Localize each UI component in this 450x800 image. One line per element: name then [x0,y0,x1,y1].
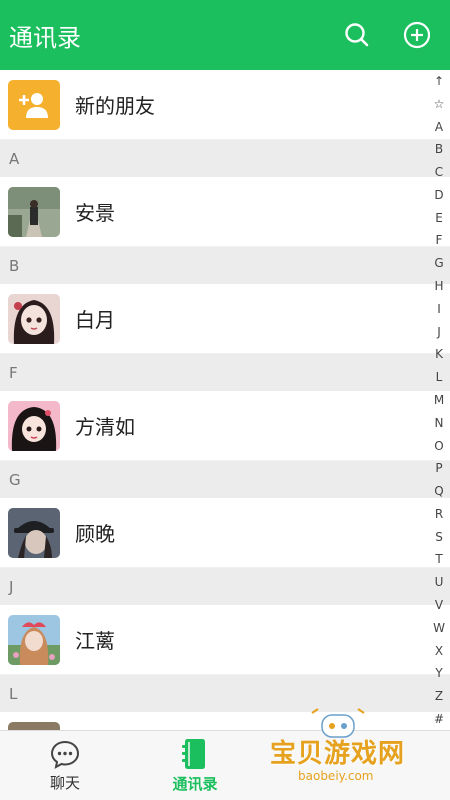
search-icon[interactable] [342,20,372,50]
index-letter[interactable]: M [434,393,444,407]
index-letter[interactable]: B [435,142,443,156]
index-letter[interactable]: S [435,530,443,544]
index-letter[interactable]: D [434,188,443,202]
new-friends-icon [8,79,60,130]
index-letter[interactable]: U [435,575,444,589]
index-letter[interactable]: O [434,439,443,453]
index-letter[interactable]: Y [435,666,442,680]
section-header: F [0,354,450,391]
index-letter[interactable]: R [435,507,443,521]
index-letter[interactable]: Z [435,689,443,703]
tab-label: 聊天 [49,773,80,792]
section-header: A [0,140,450,177]
index-letter[interactable]: Q [434,484,443,498]
index-letter[interactable]: A [435,120,443,134]
contact-item[interactable]: 安景 [0,177,450,247]
index-letter[interactable]: V [435,598,443,612]
index-letter[interactable]: H [434,279,443,293]
section-header: J [0,568,450,605]
avatar [8,614,60,665]
contact-item[interactable] [0,712,450,730]
index-letter[interactable]: J [437,325,441,339]
contact-item[interactable]: 江蓠 [0,605,450,675]
avatar [8,507,60,558]
index-letter[interactable]: P [435,461,442,475]
tab-label: 通讯录 [172,774,218,793]
section-header: G [0,461,450,498]
index-letter[interactable]: T [435,552,442,566]
contact-item[interactable]: 顾晚 [0,498,450,568]
section-header: L [0,675,450,712]
avatar [8,186,60,237]
page-title: 通讯录 [9,23,81,52]
new-friends-item[interactable]: 新的朋友 [0,70,450,140]
contact-name: 安景 [75,201,115,225]
avatar [8,293,60,344]
index-letter[interactable]: G [434,256,443,270]
section-header: B [0,247,450,284]
index-letter[interactable]: ☆ [434,97,445,111]
alphabet-index-bar[interactable]: ↑ ☆ A B C D E F G H I J K L M N O P Q R … [428,74,450,726]
index-letter[interactable]: F [436,233,443,247]
contact-name: 江蓠 [75,629,115,653]
contact-name: 白月 [75,308,115,332]
address-book-icon [182,738,205,769]
index-letter[interactable]: K [435,347,443,361]
contact-name: 顾晚 [75,522,115,546]
tab-contacts[interactable]: 通讯录 [130,731,260,800]
new-friends-label: 新的朋友 [75,94,155,118]
contact-name: 方清如 [75,415,135,439]
index-letter[interactable]: # [434,712,444,726]
bottom-tab-bar: 聊天 通讯录 [0,730,450,800]
tab-chat[interactable]: 聊天 [0,731,130,800]
index-letter[interactable]: X [435,644,443,658]
contact-item[interactable]: 方清如 [0,391,450,461]
top-bar: 通讯录 [0,0,450,70]
index-letter[interactable]: N [435,416,444,430]
avatar [8,721,60,730]
index-letter[interactable]: ↑ [434,74,444,88]
avatar [8,400,60,451]
index-letter[interactable]: E [435,211,443,225]
chat-bubble-icon [50,740,80,769]
contact-list[interactable]: 新的朋友 A 安景 B 白月 F 方清如 G 顾晚 J 江蓠 L [0,70,450,730]
contact-item[interactable]: 白月 [0,284,450,354]
index-letter[interactable]: L [436,370,443,384]
index-letter[interactable]: C [435,165,443,179]
index-letter[interactable]: W [433,621,445,635]
add-icon[interactable] [402,20,432,50]
index-letter[interactable]: I [437,302,441,316]
